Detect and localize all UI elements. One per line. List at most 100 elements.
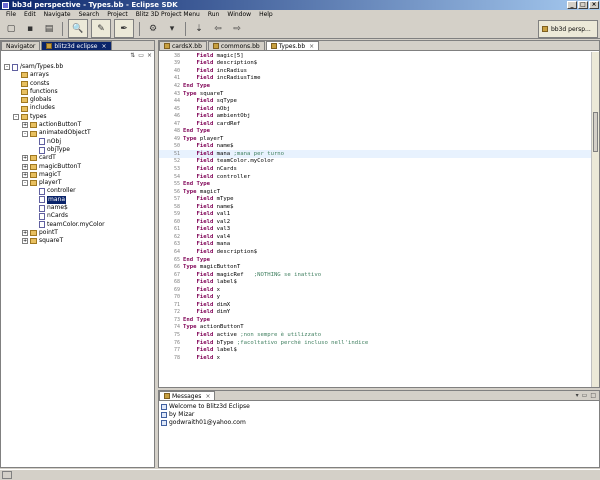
code-line[interactable]: 54 Field controller <box>159 173 591 181</box>
code-line[interactable]: 75 Field active ;non sempre è utilizzato <box>159 331 591 339</box>
fast-view-icon[interactable] <box>2 471 12 479</box>
tree-item[interactable]: - /sam/Types.bb <box>4 63 105 71</box>
code-line[interactable]: 60 Field val2 <box>159 218 591 226</box>
code-line[interactable]: 69 Field x <box>159 286 591 294</box>
expand-toggle-icon[interactable]: + <box>22 238 28 245</box>
editor-scrollbar[interactable] <box>591 52 599 387</box>
brush-icon[interactable]: ✎ <box>91 19 111 38</box>
maximize-button[interactable]: □ <box>578 1 588 9</box>
tree-item[interactable]: controller <box>4 187 105 196</box>
tree-item[interactable]: + magicButtonT <box>4 163 105 171</box>
code-line[interactable]: 50 Field name$ <box>159 143 591 151</box>
code-line[interactable]: 56 Type magicT <box>159 188 591 196</box>
tree-item[interactable]: + cardT <box>4 154 105 162</box>
code-line[interactable]: 41 Field incRadiusTime <box>159 75 591 83</box>
code-line[interactable]: 40 Field incRadius <box>159 67 591 75</box>
menu-search[interactable]: Search <box>75 11 104 18</box>
tree-item[interactable]: nObj <box>4 138 105 146</box>
menu-file[interactable]: File <box>2 11 20 18</box>
code-area[interactable]: 38 Field magic[5] 39 Field description$ 40… <box>159 52 591 387</box>
menu-project[interactable]: Project <box>103 11 132 18</box>
close-window-button[interactable]: × <box>589 1 599 9</box>
menu-help[interactable]: Help <box>255 11 277 18</box>
tree-item[interactable]: - animatedObjectT <box>4 129 105 137</box>
run-icon[interactable]: ⚙ <box>145 21 161 37</box>
code-line[interactable]: 64 Field description$ <box>159 248 591 256</box>
tree-item[interactable]: + pointT <box>4 229 105 237</box>
code-line[interactable]: 68 Field label$ <box>159 278 591 286</box>
code-line[interactable]: 76 Field bType ;facoltativo perchè inclu… <box>159 339 591 347</box>
code-line[interactable]: 59 Field val1 <box>159 210 591 218</box>
tab-blitz3d-eclipse[interactable]: blitz3d eclipse × <box>41 41 112 50</box>
code-line[interactable]: 43 Type squareT <box>159 90 591 98</box>
minimize-view-icon[interactable]: ▭ <box>582 392 588 399</box>
tree-item[interactable]: includes <box>4 104 105 112</box>
expand-toggle-icon[interactable]: + <box>22 172 28 178</box>
code-line[interactable]: 67 Field magicRef ;NOTHING se inattivo <box>159 271 591 279</box>
tab-commons-bb[interactable]: commons.bb <box>207 41 265 50</box>
code-line[interactable]: 45 Field nObj <box>159 105 591 113</box>
expand-toggle-icon[interactable]: - <box>22 130 28 137</box>
code-line[interactable]: 51 Field mana ;mana per turno <box>159 150 591 158</box>
tab-messages[interactable]: Messages × <box>159 391 216 400</box>
expand-toggle-icon[interactable]: + <box>22 163 28 170</box>
close-icon[interactable]: × <box>309 43 314 50</box>
forward-icon[interactable]: ⇨ <box>229 21 245 37</box>
code-line[interactable]: 58 Field name$ <box>159 203 591 211</box>
code-line[interactable]: 65 End Type <box>159 256 591 264</box>
code-line[interactable]: 53 Field nCards <box>159 165 591 173</box>
menu-navigate[interactable]: Navigate <box>40 11 75 18</box>
tree-item[interactable]: arrays <box>4 71 105 79</box>
expand-toggle-icon[interactable]: - <box>22 180 28 187</box>
code-line[interactable]: 52 Field teamColor.myColor <box>159 158 591 166</box>
code-line[interactable]: 48 End Type <box>159 127 591 135</box>
scrollbar-thumb[interactable] <box>593 112 598 152</box>
save-icon[interactable]: ▪ <box>22 21 38 37</box>
code-line[interactable]: 49 Type playerT <box>159 135 591 143</box>
menu-run[interactable]: Run <box>204 11 224 18</box>
search-icon[interactable]: 🔍 <box>68 19 88 38</box>
tab-cardsx-bb[interactable]: cardsX.bb <box>159 41 207 50</box>
code-line[interactable]: 63 Field mana <box>159 241 591 249</box>
code-line[interactable]: 66 Type magicButtonT <box>159 263 591 271</box>
menu-blitz3d-project[interactable]: Blitz 3D Project Menu <box>132 11 204 18</box>
close-view-icon[interactable]: × <box>147 52 152 59</box>
compile-icon[interactable]: ✒ <box>114 19 134 38</box>
code-line[interactable]: 62 Field val4 <box>159 233 591 241</box>
minimize-view-icon[interactable]: ▭ <box>138 52 144 59</box>
tree-item[interactable]: + magicT <box>4 171 105 179</box>
code-line[interactable]: 39 Field description$ <box>159 60 591 68</box>
tree-item[interactable]: objType <box>4 146 105 154</box>
print-icon[interactable]: ▤ <box>41 21 57 37</box>
code-line[interactable]: 73 End Type <box>159 316 591 324</box>
code-line[interactable]: 55 End Type <box>159 180 591 188</box>
close-icon[interactable]: × <box>205 393 210 400</box>
code-line[interactable]: 57 Field mType <box>159 195 591 203</box>
tree-item[interactable]: + actionButtonT <box>4 121 105 129</box>
code-line[interactable]: 77 Field label$ <box>159 346 591 354</box>
code-line[interactable]: 71 Field dimX <box>159 301 591 309</box>
dropdown-arrow-icon[interactable]: ▾ <box>164 21 180 37</box>
tree-item[interactable]: mana <box>4 195 105 205</box>
expand-toggle-icon[interactable]: - <box>4 64 10 71</box>
code-line[interactable]: 74 Type actionButtonT <box>159 324 591 332</box>
perspective-switcher[interactable]: bb3d persp... <box>538 20 598 38</box>
tree-item[interactable]: teamColor.myColor <box>4 221 105 229</box>
tree-item[interactable]: nCards <box>4 212 105 220</box>
tree-item[interactable]: - types <box>4 113 105 121</box>
expand-toggle-icon[interactable]: + <box>22 122 28 129</box>
minimize-button[interactable]: _ <box>567 1 577 9</box>
expand-toggle-icon[interactable]: - <box>13 113 19 120</box>
back-icon[interactable]: ⇦ <box>210 21 226 37</box>
code-line[interactable]: 46 Field ambientObj <box>159 112 591 120</box>
tree-item[interactable]: globals <box>4 96 105 104</box>
code-line[interactable]: 44 Field sqType <box>159 97 591 105</box>
code-line[interactable]: 47 Field cardRef <box>159 120 591 128</box>
tab-navigator[interactable]: Navigator <box>1 41 41 50</box>
tab-types-bb[interactable]: Types.bb × <box>265 41 320 50</box>
expand-toggle-icon[interactable]: + <box>22 155 28 162</box>
code-line[interactable]: 70 Field y <box>159 294 591 302</box>
code-line[interactable]: 72 Field dimY <box>159 309 591 317</box>
code-line[interactable]: 42 End Type <box>159 82 591 90</box>
next-annotation-icon[interactable]: ⇣ <box>191 21 207 37</box>
